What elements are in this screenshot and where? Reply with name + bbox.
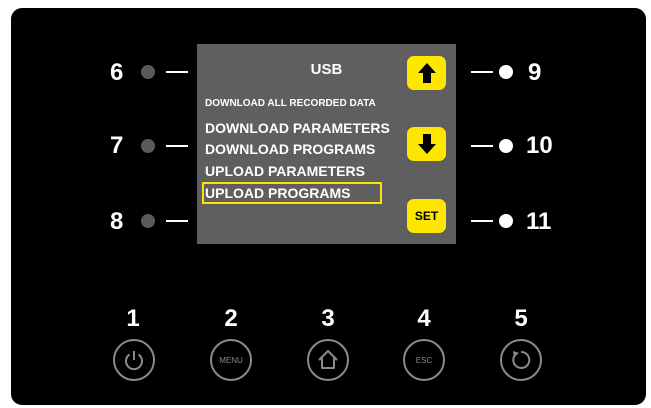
menu-item-download-parameters[interactable]: DOWNLOAD PARAMETERS xyxy=(205,120,390,136)
indicator-6-led xyxy=(141,65,155,79)
down-button[interactable] xyxy=(407,127,446,161)
menu-item-upload-programs[interactable]: UPLOAD PROGRAMS xyxy=(205,185,350,201)
home-button[interactable] xyxy=(307,339,349,381)
refresh-button[interactable] xyxy=(500,339,542,381)
menu-item-download-programs[interactable]: DOWNLOAD PROGRAMS xyxy=(205,141,375,157)
button-4-number: 4 xyxy=(417,305,431,332)
indicator-11-led xyxy=(499,214,513,228)
set-label: SET xyxy=(414,209,439,223)
esc-label: ESC xyxy=(415,355,433,365)
button-5-number: 5 xyxy=(514,305,528,332)
indicator-9-number: 9 xyxy=(528,59,542,86)
indicator-10-led xyxy=(499,139,513,153)
arrow-up-icon xyxy=(417,63,436,83)
arrow-down-icon xyxy=(417,134,436,154)
indicator-7-line xyxy=(166,145,188,147)
refresh-icon xyxy=(512,350,531,369)
menu-item-download-all-recorded-data[interactable]: DOWNLOAD ALL RECORDED DATA xyxy=(205,98,376,109)
up-button[interactable] xyxy=(407,56,446,90)
indicator-9-line xyxy=(471,71,493,73)
indicator-7-number: 7 xyxy=(110,132,124,159)
button-3-number: 3 xyxy=(321,305,335,332)
indicator-8-line xyxy=(166,220,188,222)
power-icon xyxy=(125,351,143,371)
button-2-number: 2 xyxy=(224,305,238,332)
menu-label: MENU xyxy=(219,355,243,365)
indicator-9-led xyxy=(499,65,513,79)
indicator-7-led xyxy=(141,139,155,153)
esc-button[interactable]: ESC xyxy=(403,339,445,381)
menu-button[interactable]: MENU xyxy=(210,339,252,381)
indicator-6-line xyxy=(166,71,188,73)
indicator-11-number: 11 xyxy=(526,208,552,235)
lcd-screen: USB DOWNLOAD ALL RECORDED DATA DOWNLOAD … xyxy=(197,44,456,244)
indicator-8-number: 8 xyxy=(110,208,124,235)
set-button[interactable]: SET xyxy=(407,199,446,233)
indicator-8-led xyxy=(141,214,155,228)
indicator-11-line xyxy=(471,220,493,222)
menu-item-upload-parameters[interactable]: UPLOAD PARAMETERS xyxy=(205,163,365,179)
button-1-number: 1 xyxy=(126,305,140,332)
indicator-6-number: 6 xyxy=(110,59,124,86)
indicator-10-line xyxy=(471,145,493,147)
power-button[interactable] xyxy=(113,339,155,381)
indicator-10-number: 10 xyxy=(526,132,553,159)
home-icon xyxy=(318,350,338,369)
